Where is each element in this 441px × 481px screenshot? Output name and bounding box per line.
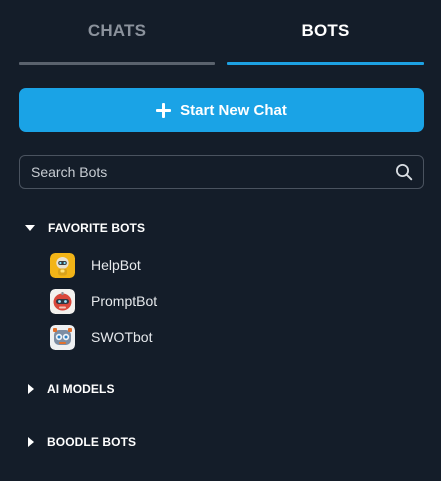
helpbot-avatar-icon [50, 252, 75, 278]
chevron-down-icon [25, 225, 35, 231]
section-boodle-bots-label: BOODLE BOTS [47, 435, 137, 449]
search-icon[interactable] [395, 163, 413, 181]
promptbot-avatar-icon [50, 288, 75, 314]
section-favorite-bots[interactable]: FAVORITE BOTS [24, 218, 145, 238]
bot-item-swotbot[interactable]: SWOTbot [50, 323, 390, 351]
chevron-right-icon [28, 437, 34, 447]
bot-item-promptbot[interactable]: PromptBot [50, 287, 390, 315]
plus-icon [156, 102, 172, 118]
tab-chats-label: CHATS [87, 21, 147, 40]
search-input[interactable] [31, 156, 381, 188]
tab-bots[interactable]: BOTS [227, 0, 424, 66]
start-new-chat-button[interactable]: Start New Chat [19, 88, 424, 132]
bots-panel: CHATS BOTS Start New Chat FAVORITE BOTS [0, 0, 441, 481]
section-favorite-bots-label: FAVORITE BOTS [48, 221, 146, 235]
chevron-right-icon [28, 384, 34, 394]
section-ai-models-label: AI MODELS [47, 382, 115, 396]
bot-label-helpbot: HelpBot [91, 257, 141, 273]
tab-bots-underline [227, 62, 424, 65]
bot-item-helpbot[interactable]: HelpBot [50, 251, 390, 279]
section-ai-models[interactable]: AI MODELS [24, 379, 115, 399]
start-new-chat-label: Start New Chat [180, 101, 287, 119]
tab-chats[interactable]: CHATS [19, 0, 215, 66]
bot-label-promptbot: PromptBot [91, 293, 158, 309]
tab-bar: CHATS BOTS [19, 0, 424, 66]
tab-bots-label: BOTS [301, 21, 350, 40]
section-boodle-bots[interactable]: BOODLE BOTS [24, 432, 136, 452]
swotbot-avatar-icon [50, 324, 75, 350]
tab-chats-underline [19, 62, 215, 65]
search-box [19, 155, 424, 189]
bot-label-swotbot: SWOTbot [91, 329, 153, 345]
